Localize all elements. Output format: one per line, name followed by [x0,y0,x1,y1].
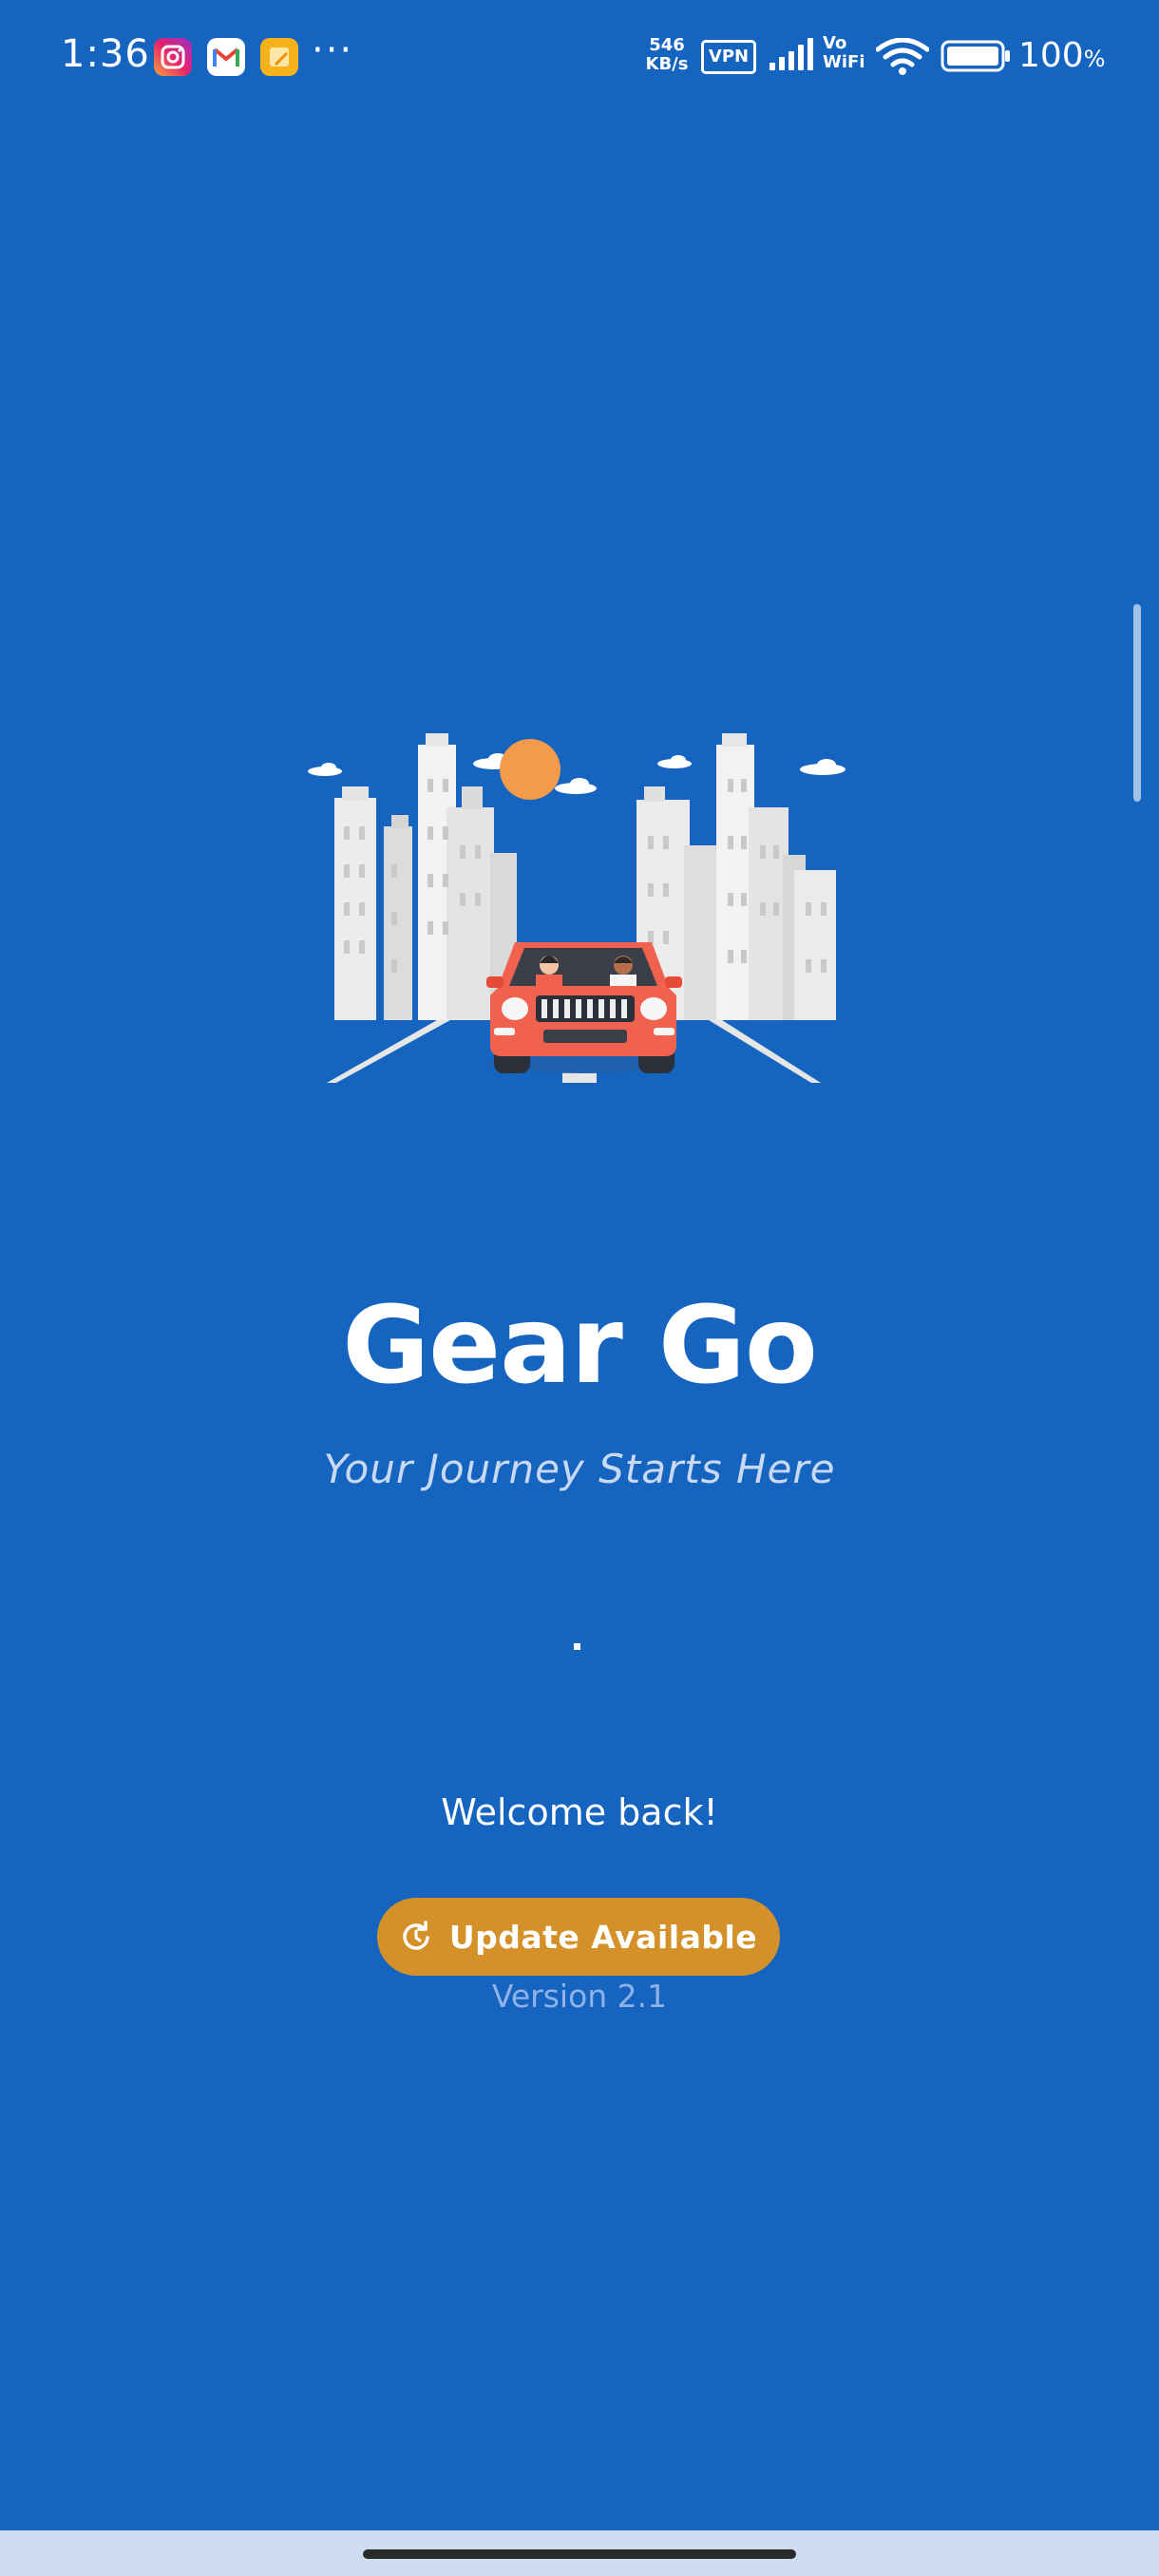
right-buildings [636,733,836,1020]
battery-icon [940,40,1010,72]
notes-icon [260,38,298,76]
app-title: Gear Go [342,1284,818,1408]
vowifi-top: Vo [823,33,847,53]
vowifi-bottom: WiFi [823,52,865,72]
instagram-icon [154,38,192,76]
battery-percentage: 100% [1018,36,1106,75]
signal-icon [770,38,813,70]
refresh-icon [403,1921,429,1950]
app-tagline: Your Journey Starts Here [323,1446,836,1492]
status-time: 1:36 [61,32,150,76]
sun-icon [500,739,560,800]
network-speed-value: 546 [649,35,685,55]
car-icon [486,942,682,1073]
gmail-icon [207,38,245,76]
scroll-indicator[interactable] [1133,604,1141,802]
network-speed-unit: KB/s [645,54,689,74]
network-speed: 546 KB/s [640,36,694,74]
battery-percent-value: 100 [1018,36,1084,75]
vpn-badge: VPN [701,40,756,74]
update-available-label: Update Available [448,1918,758,1956]
update-available-button[interactable]: Update Available [377,1898,780,1976]
city-car-illustration [308,733,846,1083]
vowifi-indicator: Vo WiFi [823,34,865,72]
cloud-icon [308,753,846,794]
status-bar: 1:36 ··· 546 KB/s VPN Vo WiFi 100% [0,0,1159,114]
wifi-icon [876,38,929,75]
more-notifications-icon: ··· [312,28,354,72]
version-text: Version 2.1 [491,1978,668,2015]
navigation-bar [0,2530,1159,2576]
welcome-text: Welcome back! [441,1791,718,1833]
battery-percent-unit: % [1083,46,1106,72]
home-indicator[interactable] [363,2549,796,2559]
loading-indicator [574,1643,580,1650]
